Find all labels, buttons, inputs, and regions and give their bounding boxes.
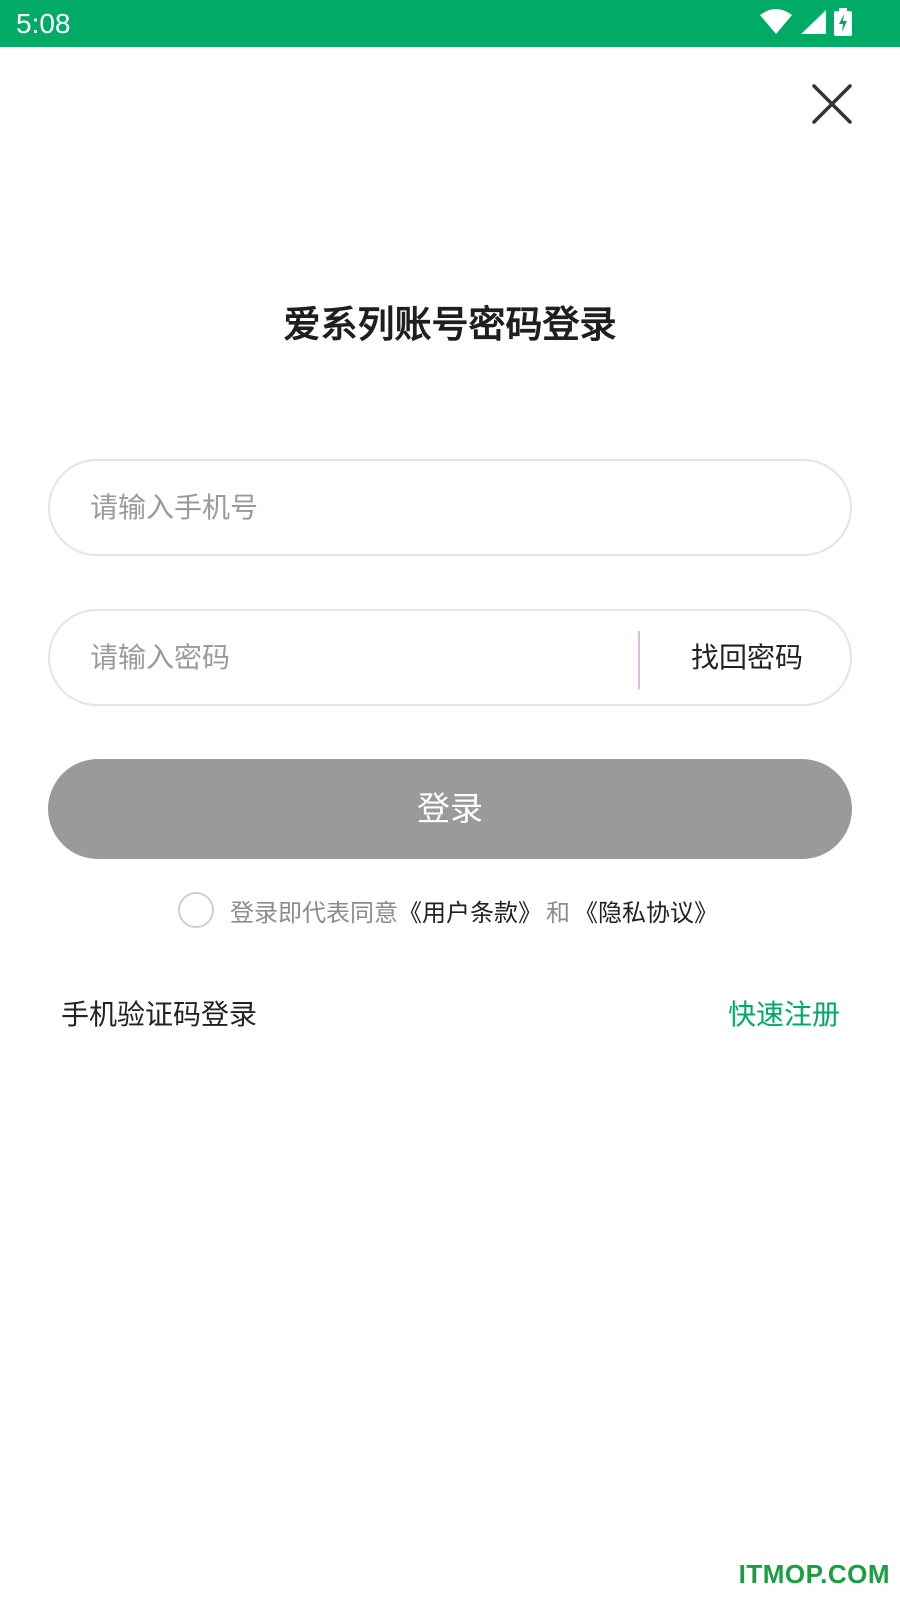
login-screen: 5:08 爱系列账号密码登录 请输入手机号 找回密码 登录 登录即代表同意 《用… bbox=[0, 0, 900, 1600]
register-link[interactable]: 快速注册 bbox=[728, 995, 840, 1035]
login-button[interactable]: 登录 bbox=[48, 759, 852, 859]
terms-link[interactable]: 《用户条款》 bbox=[398, 893, 542, 928]
wifi-icon bbox=[760, 9, 792, 35]
password-input[interactable] bbox=[90, 611, 630, 704]
status-bar: 5:08 bbox=[0, 0, 900, 47]
battery-charging-icon bbox=[834, 8, 852, 36]
phone-input[interactable] bbox=[90, 461, 810, 554]
watermark: ITMOP.COM bbox=[738, 1559, 890, 1589]
agreement-and: 和 bbox=[546, 898, 570, 927]
status-time: 5:08 bbox=[16, 8, 71, 39]
page-title: 爱系列账号密码登录 bbox=[283, 303, 617, 346]
agreement-row: 登录即代表同意 《用户条款》 和 《隐私协议》 bbox=[178, 889, 718, 931]
agreement-text: 登录即代表同意 bbox=[230, 898, 398, 927]
close-icon bbox=[812, 84, 852, 124]
phone-field bbox=[48, 459, 852, 556]
close-button[interactable] bbox=[808, 80, 856, 128]
forgot-password-link[interactable]: 找回密码 bbox=[640, 611, 854, 704]
privacy-link[interactable]: 《隐私协议》 bbox=[574, 893, 718, 928]
password-field: 找回密码 bbox=[48, 609, 852, 706]
cellular-signal-icon bbox=[800, 9, 826, 35]
status-icons bbox=[760, 8, 852, 36]
sms-login-link[interactable]: 手机验证码登录 bbox=[61, 995, 257, 1035]
agreement-checkbox[interactable] bbox=[178, 892, 214, 928]
